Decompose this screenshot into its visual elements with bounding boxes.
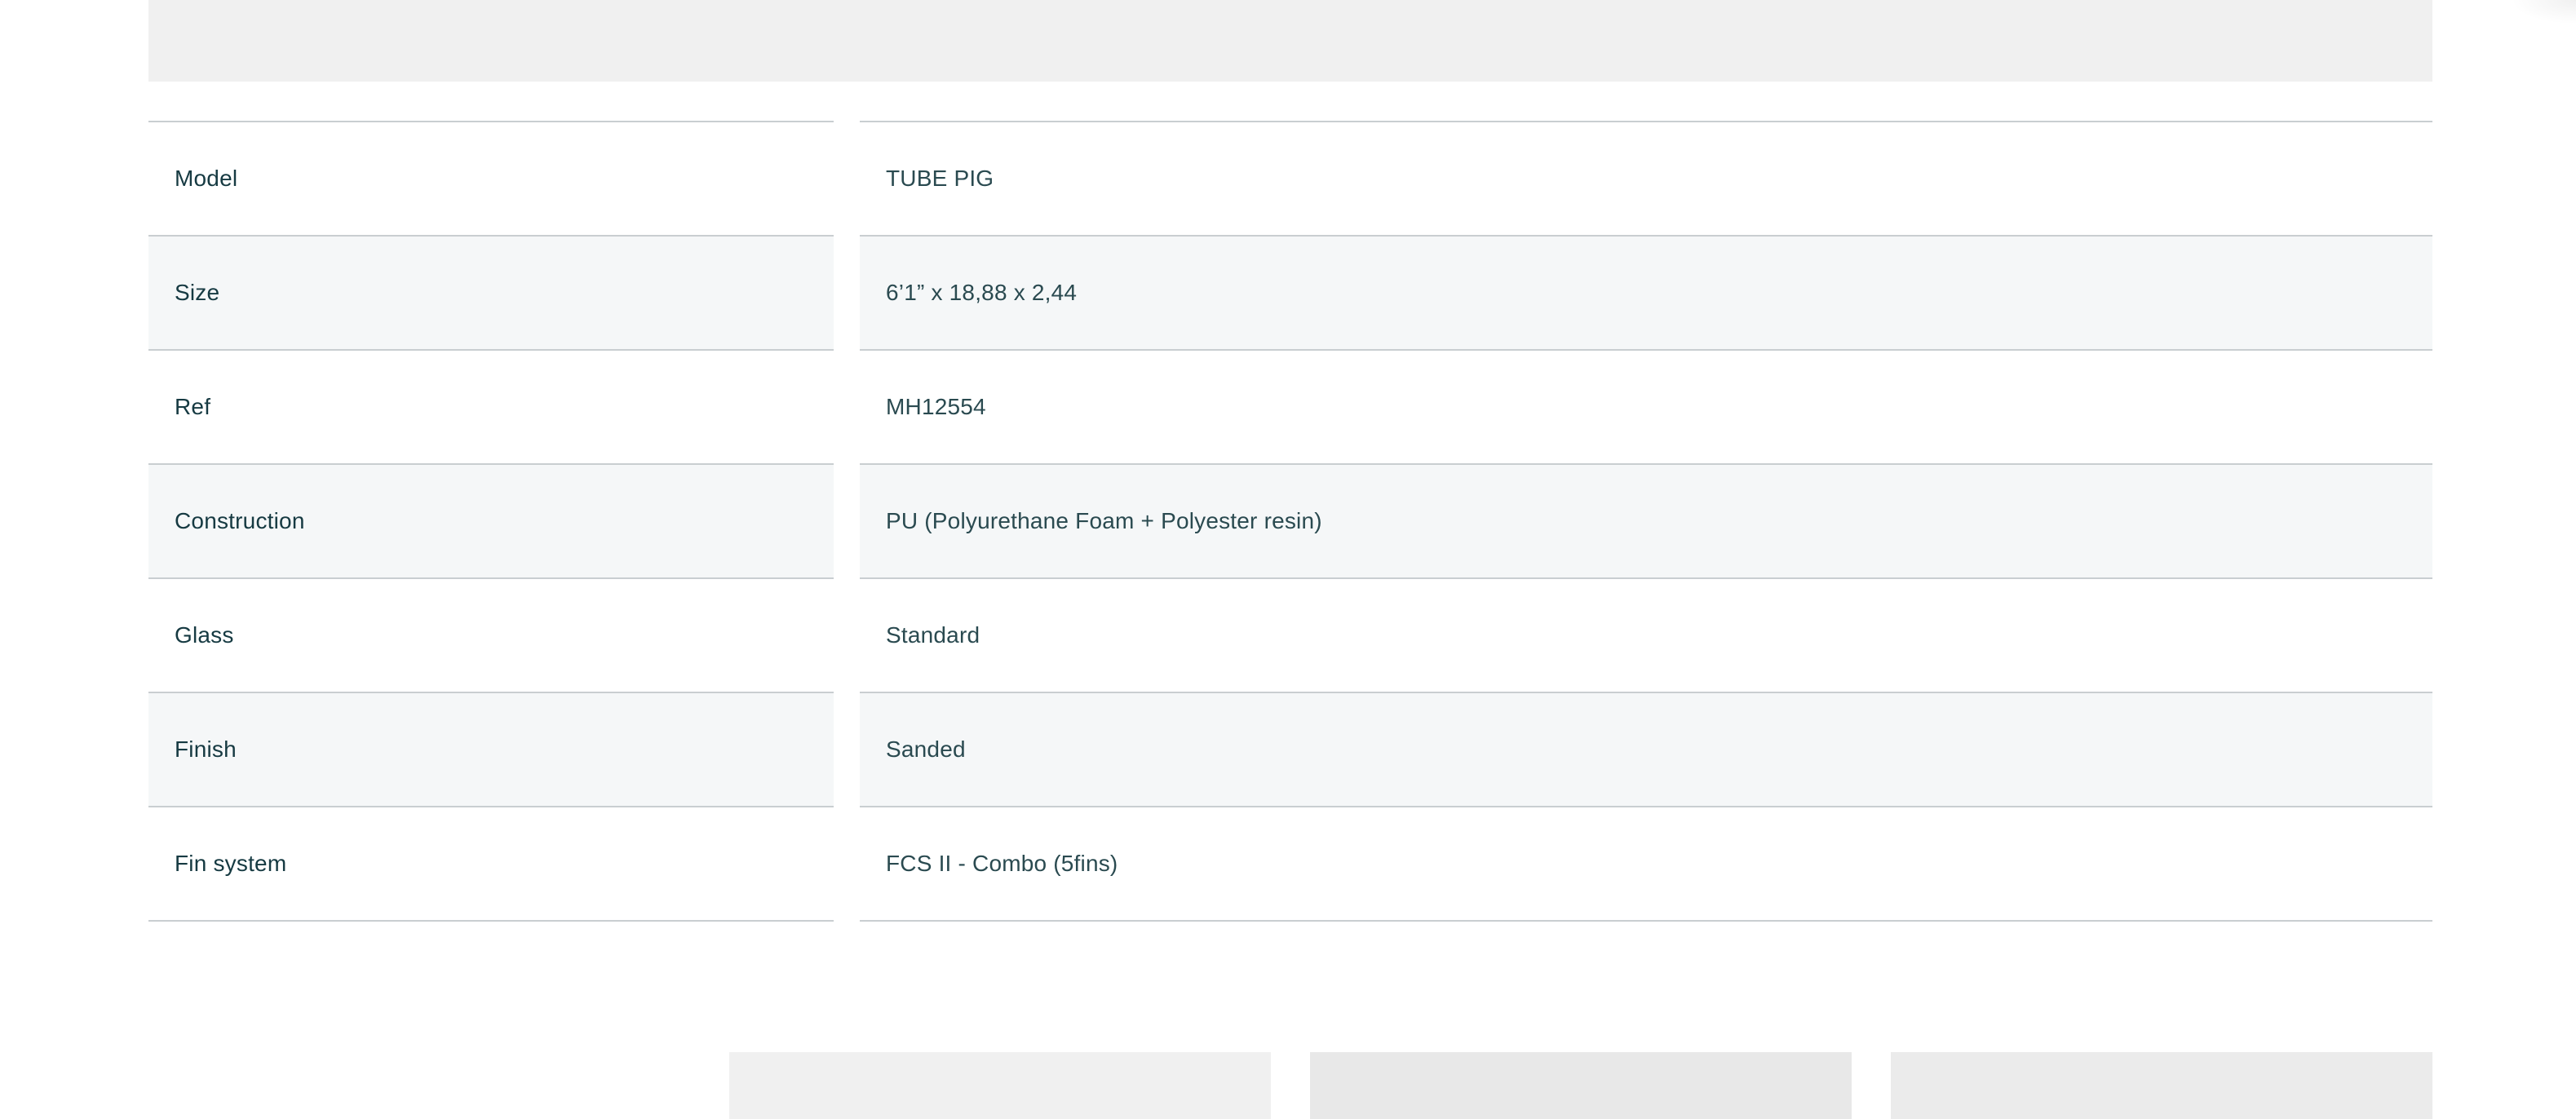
related-product-card[interactable]	[1310, 1052, 1852, 1119]
related-product-card[interactable]	[729, 1052, 1271, 1119]
spec-row-model: Model TUBE PIG	[148, 121, 2432, 235]
top-image-placeholder	[148, 0, 2432, 82]
spec-value: TUBE PIG	[860, 121, 2432, 235]
corner-shadow	[2511, 0, 2576, 24]
product-spec-table: Model TUBE PIG Size 6’1” x 18,88 x 2,44 …	[148, 121, 2432, 922]
spec-row-construction: Construction PU (Polyurethane Foam + Pol…	[148, 463, 2432, 577]
spec-value: MH12554	[860, 349, 2432, 463]
spec-label: Size	[148, 235, 834, 349]
spec-row-size: Size 6’1” x 18,88 x 2,44	[148, 235, 2432, 349]
spec-label: Construction	[148, 463, 834, 577]
spec-row-finish: Finish Sanded	[148, 692, 2432, 806]
related-product-card[interactable]	[1891, 1052, 2432, 1119]
spec-value: 6’1” x 18,88 x 2,44	[860, 235, 2432, 349]
spec-value: Sanded	[860, 692, 2432, 806]
spec-label: Finish	[148, 692, 834, 806]
spec-label: Glass	[148, 577, 834, 692]
spec-row-glass: Glass Standard	[148, 577, 2432, 692]
spec-value: FCS II - Combo (5fins)	[860, 806, 2432, 922]
spec-value: Standard	[860, 577, 2432, 692]
spec-row-ref: Ref MH12554	[148, 349, 2432, 463]
spec-label: Fin system	[148, 806, 834, 922]
spec-label: Ref	[148, 349, 834, 463]
spec-row-fin-system: Fin system FCS II - Combo (5fins)	[148, 806, 2432, 922]
spec-label: Model	[148, 121, 834, 235]
spec-value: PU (Polyurethane Foam + Polyester resin)	[860, 463, 2432, 577]
